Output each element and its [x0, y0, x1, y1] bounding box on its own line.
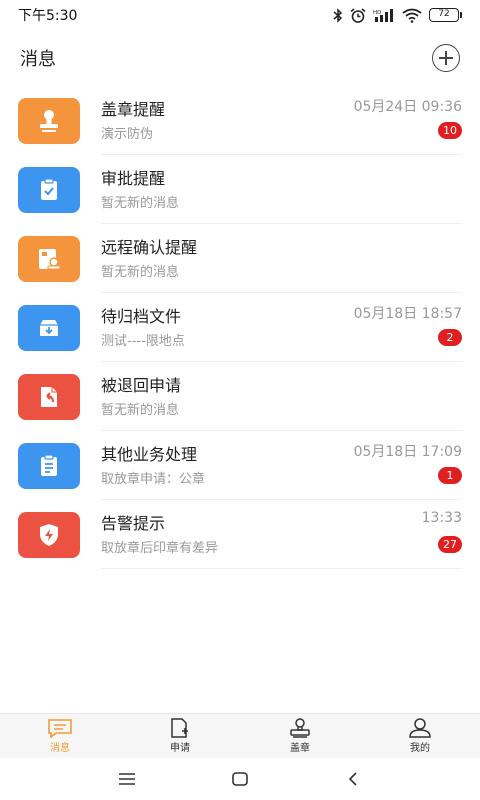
- back-icon: [349, 772, 357, 786]
- message-item-returned-application[interactable]: 被退回申请 暂无新的消息: [0, 362, 480, 431]
- message-preview: 暂无新的消息: [101, 265, 180, 280]
- alert-shield-icon: [18, 511, 80, 558]
- message-preview: 取放章后印章有差异: [101, 541, 219, 556]
- home-button[interactable]: [225, 764, 255, 794]
- back-button[interactable]: [338, 764, 368, 794]
- signal-icon: HD: [373, 8, 393, 22]
- home-icon: [232, 772, 248, 786]
- message-time: 05月24日 09:36: [353, 99, 462, 115]
- bluetooth-icon: [333, 7, 343, 23]
- tab-label: 消息: [50, 743, 70, 754]
- bottom-tab-bar: 消息 申请 盖章 我的: [0, 713, 480, 758]
- page-title: 消息: [20, 49, 56, 70]
- message-title: 审批提醒: [101, 169, 166, 188]
- remote-confirm-icon: [18, 235, 80, 282]
- message-body: 告警提示 取放章后印章有差异 13:33 27: [101, 500, 462, 569]
- tab-messages[interactable]: 消息: [0, 714, 120, 758]
- unread-badge: 1: [438, 467, 462, 484]
- battery-icon: 72: [429, 8, 462, 22]
- message-body: 审批提醒 暂无新的消息: [101, 155, 462, 224]
- profile-icon: [409, 718, 431, 738]
- tab-stamp[interactable]: 盖章: [240, 714, 360, 758]
- tab-label: 盖章: [290, 743, 310, 754]
- message-time: 05月18日 18:57: [353, 306, 462, 322]
- message-title: 告警提示: [101, 514, 166, 533]
- message-title: 待归档文件: [101, 307, 182, 326]
- clipboard-list-icon: [18, 442, 80, 489]
- message-title: 其他业务处理: [101, 445, 198, 464]
- wifi-icon: [402, 8, 422, 23]
- add-button[interactable]: [432, 44, 460, 72]
- message-time: 13:33: [421, 510, 462, 526]
- message-item-seal-reminder[interactable]: 盖章提醒 演示防伪 05月24日 09:36 10: [0, 86, 480, 155]
- message-preview: 暂无新的消息: [101, 196, 180, 211]
- message-item-pending-archive[interactable]: 待归档文件 测试----限地点 05月18日 18:57 2: [0, 293, 480, 362]
- stamp-tab-icon: [290, 718, 310, 738]
- tab-label: 申请: [170, 743, 190, 754]
- apply-icon: [171, 718, 188, 738]
- message-item-other-business[interactable]: 其他业务处理 取放章申请：公章 05月18日 17:09 1: [0, 431, 480, 500]
- message-body: 被退回申请 暂无新的消息: [101, 362, 462, 431]
- system-nav-bar: [0, 758, 480, 800]
- message-item-remote-confirm[interactable]: 远程确认提醒 暂无新的消息: [0, 224, 480, 293]
- message-title: 远程确认提醒: [101, 238, 198, 257]
- message-item-alert[interactable]: 告警提示 取放章后印章有差异 13:33 27: [0, 500, 480, 569]
- tab-profile[interactable]: 我的: [360, 714, 480, 758]
- status-icons: HD 72: [333, 7, 462, 23]
- message-preview: 暂无新的消息: [101, 403, 180, 418]
- message-body: 远程确认提醒 暂无新的消息: [101, 224, 462, 293]
- status-bar: 下午5:30 HD 72: [0, 0, 480, 30]
- message-body: 待归档文件 测试----限地点 05月18日 18:57 2: [101, 293, 462, 362]
- alarm-icon: [350, 7, 366, 23]
- message-body: 其他业务处理 取放章申请：公章 05月18日 17:09 1: [101, 431, 462, 500]
- stamp-icon: [18, 97, 80, 144]
- message-preview: 测试----限地点: [101, 334, 185, 349]
- clipboard-check-icon: [18, 166, 80, 213]
- message-list: 盖章提醒 演示防伪 05月24日 09:36 10 审批提醒 暂无新的消息 远程…: [0, 86, 480, 569]
- archive-icon: [18, 304, 80, 351]
- unread-badge: 10: [438, 122, 462, 139]
- message-title: 盖章提醒: [101, 100, 166, 119]
- menu-icon: [118, 773, 135, 785]
- message-preview: 演示防伪: [101, 127, 154, 142]
- menu-button[interactable]: [112, 764, 142, 794]
- message-body: 盖章提醒 演示防伪 05月24日 09:36 10: [101, 86, 462, 155]
- message-preview: 取放章申请：公章: [101, 472, 206, 487]
- message-item-approval-reminder[interactable]: 审批提醒 暂无新的消息: [0, 155, 480, 224]
- message-time: 05月18日 17:09: [353, 444, 462, 460]
- message-icon: [48, 719, 72, 738]
- tab-apply[interactable]: 申请: [120, 714, 240, 758]
- message-title: 被退回申请: [101, 376, 182, 395]
- battery-level: 72: [429, 8, 459, 22]
- page-header: 消息: [0, 30, 480, 86]
- status-time: 下午5:30: [18, 8, 78, 24]
- unread-badge: 2: [438, 329, 462, 346]
- unread-badge: 27: [438, 536, 462, 553]
- return-document-icon: [18, 373, 80, 420]
- tab-label: 我的: [410, 743, 430, 754]
